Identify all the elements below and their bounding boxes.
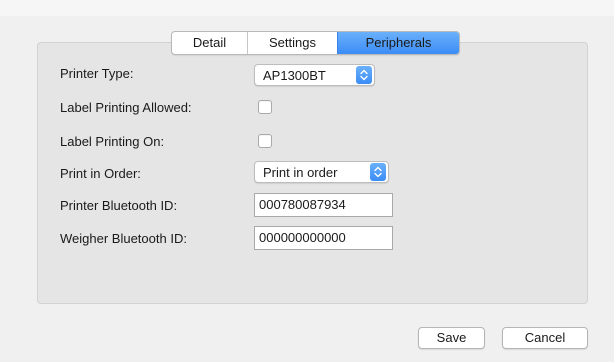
label-printing-allowed-checkbox[interactable] bbox=[258, 100, 272, 114]
printer-bluetooth-id-field[interactable]: 000780087934 bbox=[254, 193, 393, 217]
window-top-area bbox=[0, 0, 614, 16]
weigher-bluetooth-id-row: Weigher Bluetooth ID: bbox=[60, 225, 187, 251]
printer-type-value: AP1300BT bbox=[263, 67, 326, 83]
tab-peripherals[interactable]: Peripherals bbox=[337, 32, 459, 54]
weigher-bluetooth-id-field[interactable]: 000000000000 bbox=[254, 226, 393, 250]
chevron-up-down-icon bbox=[370, 163, 386, 181]
printer-type-row: Printer Type: bbox=[60, 60, 133, 86]
print-in-order-popup[interactable]: Print in order bbox=[254, 161, 389, 183]
printer-type-label: Printer Type: bbox=[60, 65, 134, 81]
tab-settings[interactable]: Settings bbox=[247, 32, 337, 54]
printer-bluetooth-id-row: Printer Bluetooth ID: bbox=[60, 192, 177, 218]
print-in-order-label: Print in Order: bbox=[60, 165, 141, 181]
cancel-button[interactable]: Cancel bbox=[502, 327, 588, 349]
save-button[interactable]: Save bbox=[418, 327, 485, 349]
label-printing-allowed-label: Label Printing Allowed: bbox=[60, 99, 192, 115]
weigher-bluetooth-id-label: Weigher Bluetooth ID: bbox=[60, 230, 187, 246]
print-in-order-row: Print in Order: bbox=[60, 160, 141, 186]
label-printing-on-checkbox[interactable] bbox=[258, 134, 272, 148]
tab-detail[interactable]: Detail bbox=[172, 32, 247, 54]
label-printing-allowed-row: Label Printing Allowed: bbox=[60, 94, 192, 120]
print-in-order-value: Print in order bbox=[263, 164, 338, 180]
tab-bar: Detail Settings Peripherals bbox=[171, 31, 460, 55]
printer-type-popup[interactable]: AP1300BT bbox=[254, 64, 375, 86]
chevron-up-down-icon bbox=[356, 66, 372, 84]
label-printing-on-label: Label Printing On: bbox=[60, 133, 165, 149]
printer-bluetooth-id-label: Printer Bluetooth ID: bbox=[60, 197, 178, 213]
label-printing-on-row: Label Printing On: bbox=[60, 128, 164, 154]
